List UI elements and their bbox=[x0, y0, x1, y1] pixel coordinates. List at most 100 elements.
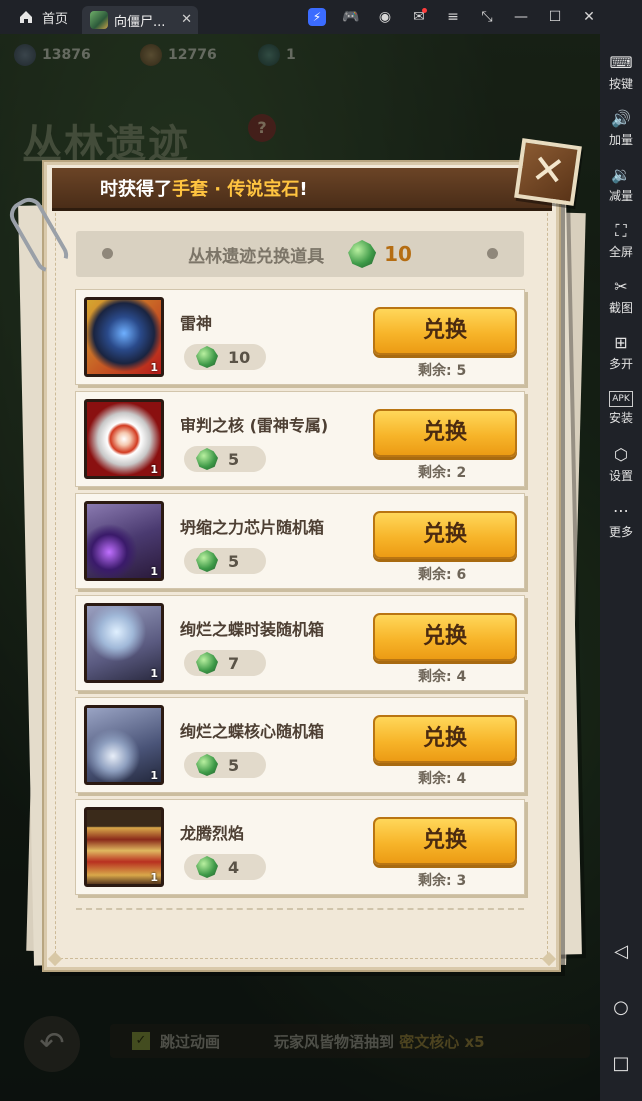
item-name: 雷神 bbox=[180, 314, 213, 333]
list-item: 1 审判之核 (雷神专属) 5 兑换 剩余: 2 bbox=[75, 391, 525, 487]
jungle-token-icon bbox=[196, 346, 218, 368]
item-thumbnail[interactable]: 1 bbox=[84, 603, 164, 683]
item-cost: 10 bbox=[184, 344, 266, 370]
jungle-token-icon bbox=[196, 856, 218, 878]
item-name: 坍缩之力芯片随机箱 bbox=[180, 518, 325, 537]
reward-banner: 时获得了手套 · 传说宝石! bbox=[52, 168, 552, 211]
list-item: 1 雷神 10 兑换 剩余: 5 bbox=[75, 289, 525, 385]
apk-install-icon: APK bbox=[609, 390, 633, 407]
item-qty: 1 bbox=[150, 463, 158, 476]
home-tab-label: 首页 bbox=[42, 11, 69, 27]
jungle-token-icon bbox=[196, 550, 218, 572]
item-cost-value: 5 bbox=[228, 449, 240, 469]
sidebar-item-keys[interactable]: ⌨ 按键 bbox=[600, 44, 642, 100]
multi-instance-icon: ⊞ bbox=[614, 332, 628, 352]
mail-icon[interactable]: ✉ bbox=[402, 0, 436, 34]
home-tab[interactable]: 首页 bbox=[0, 0, 82, 34]
fullscreen-icon: ⛶ bbox=[615, 220, 627, 240]
item-name: 绚烂之蝶核心随机箱 bbox=[180, 722, 325, 741]
volume-down-icon: 🔉 bbox=[611, 164, 631, 184]
item-thumbnail[interactable]: 1 bbox=[84, 501, 164, 581]
close-tab-icon[interactable]: ✕ bbox=[181, 12, 192, 27]
banner-item: 手套 · 传说宝石 bbox=[172, 179, 300, 200]
sidebar-item-screenshot[interactable]: ✂ 截图 bbox=[600, 268, 642, 324]
item-remaining: 剩余: 3 bbox=[418, 873, 467, 889]
list-divider bbox=[76, 908, 524, 910]
app-tab-label: 向僵尸... bbox=[114, 14, 166, 30]
minimize-icon[interactable]: — bbox=[504, 0, 538, 34]
sidebar-item-fullscreen[interactable]: ⛶ 全屏 bbox=[600, 212, 642, 268]
item-thumbnail[interactable]: 1 bbox=[84, 399, 164, 479]
shrink-window-icon[interactable]: ⤡ bbox=[470, 0, 504, 34]
item-cost-value: 10 bbox=[228, 347, 251, 367]
reward-banner-text: 时获得了手套 · 传说宝石! bbox=[100, 175, 308, 201]
app-tab[interactable]: 向僵尸... ✕ bbox=[82, 6, 199, 34]
settings-icon: ⬡ bbox=[614, 444, 628, 464]
redeem-button[interactable]: 兑换 bbox=[373, 409, 517, 457]
more-icon: ⋯ bbox=[613, 500, 629, 520]
item-cost-value: 5 bbox=[228, 551, 240, 571]
item-remaining: 剩余: 4 bbox=[418, 771, 467, 787]
item-cost: 5 bbox=[184, 752, 266, 778]
item-cost-value: 4 bbox=[228, 857, 240, 877]
close-dialog-button[interactable]: ✕ bbox=[514, 138, 582, 206]
nav-back-icon[interactable]: ◁ bbox=[600, 929, 642, 973]
sidebar-item-more[interactable]: ⋯ 更多 bbox=[600, 492, 642, 548]
emulator-sidebar: ⌨ 按键 🔊 加量 🔉 减量 ⛶ 全屏 ✂ 截图 ⊞ 多开 APK 安装 ⬡ 设… bbox=[600, 0, 642, 1101]
section-title: 丛林遗迹兑换道具 bbox=[188, 246, 325, 267]
volume-up-icon: 🔊 bbox=[611, 108, 631, 128]
menu-icon[interactable]: ≡ bbox=[436, 0, 470, 34]
boost-icon[interactable]: ⚡ bbox=[308, 8, 326, 26]
sidebar-item-label: 按键 bbox=[608, 76, 633, 91]
nav-home-icon[interactable]: ○ bbox=[600, 985, 642, 1029]
sidebar-item-install[interactable]: APK 安装 bbox=[600, 380, 642, 436]
item-cost-value: 5 bbox=[228, 755, 240, 775]
item-thumbnail[interactable]: 1 bbox=[84, 807, 164, 887]
sidebar-item-label: 更多 bbox=[608, 524, 633, 539]
redeem-button[interactable]: 兑换 bbox=[373, 307, 517, 355]
home-icon bbox=[20, 11, 32, 23]
redeem-button[interactable]: 兑换 bbox=[373, 817, 517, 865]
item-name: 审判之核 (雷神专属) bbox=[180, 416, 329, 435]
item-name: 绚烂之蝶时装随机箱 bbox=[180, 620, 325, 639]
item-qty: 1 bbox=[150, 769, 158, 782]
item-qty: 1 bbox=[150, 361, 158, 374]
item-thumbnail[interactable]: 1 bbox=[84, 705, 164, 785]
sidebar-item-label: 减量 bbox=[608, 188, 633, 203]
sidebar-item-settings[interactable]: ⬡ 设置 bbox=[600, 436, 642, 492]
emulator-topbar: 首页 向僵尸... ✕ ⚡ 🎮 ◉ ✉ ≡ ⤡ — ☐ ✕ bbox=[0, 0, 600, 34]
item-remaining: 剩余: 4 bbox=[418, 669, 467, 685]
sidebar-item-label: 全屏 bbox=[608, 244, 633, 259]
maximize-icon[interactable]: ☐ bbox=[538, 0, 572, 34]
sidebar-item-label: 多开 bbox=[608, 356, 633, 371]
section-header: 丛林遗迹兑换道具 10 bbox=[76, 231, 524, 277]
sidebar-item-label: 截图 bbox=[608, 300, 633, 315]
item-cost: 5 bbox=[184, 548, 266, 574]
item-cost-value: 7 bbox=[228, 653, 240, 673]
list-item: 1 坍缩之力芯片随机箱 5 兑换 剩余: 6 bbox=[75, 493, 525, 589]
sidebar-item-volume-up[interactable]: 🔊 加量 bbox=[600, 100, 642, 156]
nav-recents-icon[interactable]: □ bbox=[600, 1041, 642, 1085]
item-qty: 1 bbox=[150, 871, 158, 884]
list-item: 1 绚烂之蝶核心随机箱 5 兑换 剩余: 4 bbox=[75, 697, 525, 793]
item-cost: 4 bbox=[184, 854, 266, 880]
gamepad-icon[interactable]: 🎮 bbox=[334, 0, 368, 34]
app-thumbnail-icon bbox=[90, 11, 109, 29]
redeem-button[interactable]: 兑换 bbox=[373, 613, 517, 661]
item-name: 龙腾烈焰 bbox=[180, 824, 245, 843]
header-dot-left bbox=[102, 248, 113, 259]
scissors-icon: ✂ bbox=[614, 276, 628, 296]
redeem-button[interactable]: 兑换 bbox=[373, 715, 517, 763]
sidebar-item-label: 加量 bbox=[608, 132, 633, 147]
item-thumbnail[interactable]: 1 bbox=[84, 297, 164, 377]
exchange-list: 1 雷神 10 兑换 剩余: 5 1 审判之核 (雷神专属) 5 兑换 剩余: … bbox=[75, 289, 525, 901]
list-item: 1 龙腾烈焰 4 兑换 剩余: 3 bbox=[75, 799, 525, 895]
redeem-button[interactable]: 兑换 bbox=[373, 511, 517, 559]
item-remaining: 剩余: 6 bbox=[418, 567, 467, 583]
banner-prefix: 时获得了 bbox=[100, 179, 172, 200]
sidebar-item-volume-down[interactable]: 🔉 减量 bbox=[600, 156, 642, 212]
sidebar-item-multi-instance[interactable]: ⊞ 多开 bbox=[600, 324, 642, 380]
account-icon[interactable]: ◉ bbox=[368, 0, 402, 34]
jungle-token-icon bbox=[196, 448, 218, 470]
item-remaining: 剩余: 2 bbox=[418, 465, 467, 481]
